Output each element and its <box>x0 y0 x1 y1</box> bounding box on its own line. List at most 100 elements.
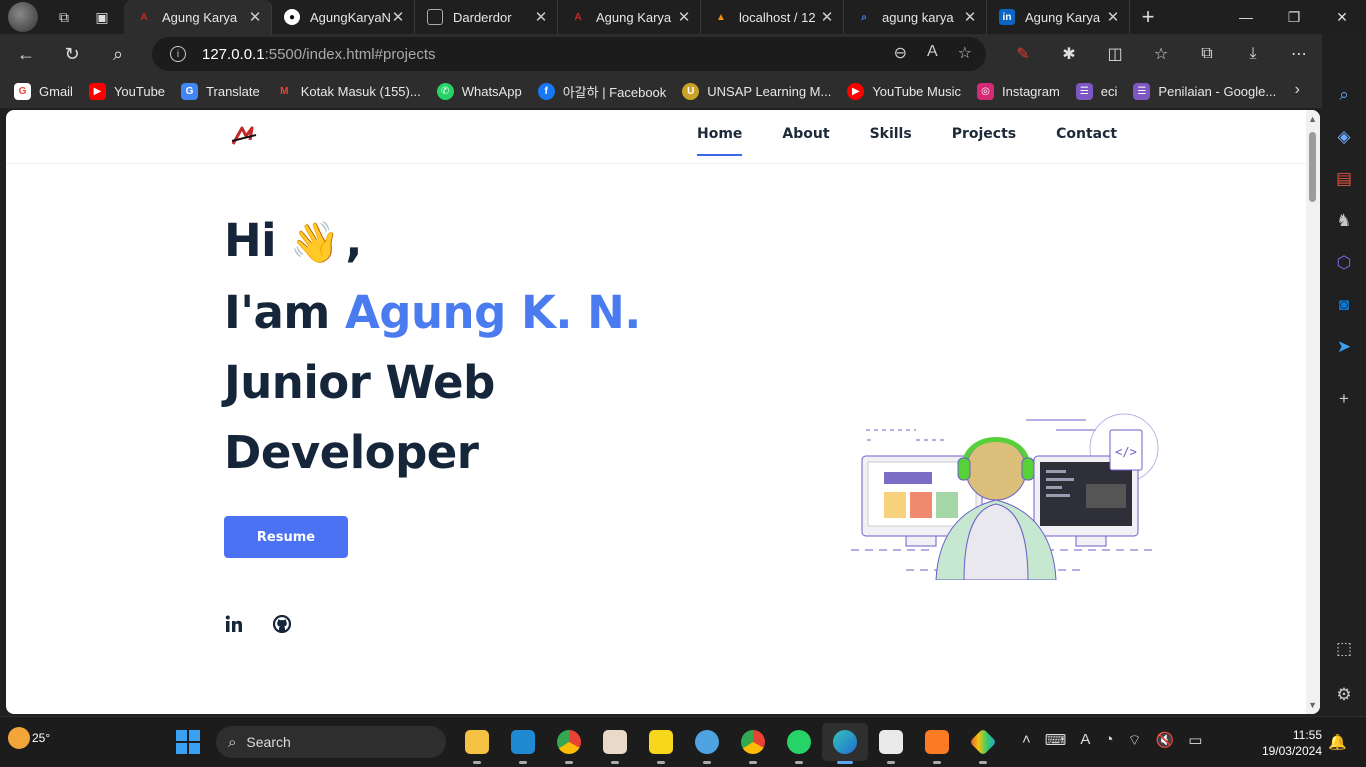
resume-button[interactable]: Resume <box>224 516 348 558</box>
minimize-icon[interactable]: — <box>1222 0 1270 34</box>
browser-tab[interactable]: Darderdor ✕ <box>415 0 558 34</box>
close-tab-icon[interactable]: ✕ <box>676 8 692 26</box>
browser-tab[interactable]: ▲ localhost / 12 ✕ <box>701 0 844 34</box>
browser-tab[interactable]: A Agung Karya ✕ <box>558 0 701 34</box>
bookmark-item[interactable]: U UNSAP Learning M... <box>682 82 832 100</box>
search-icon: ⌕ <box>228 733 237 751</box>
close-tab-icon[interactable]: ✕ <box>1105 8 1121 26</box>
bookmark-item[interactable]: M Kotak Masuk (155)... <box>276 83 421 100</box>
input-language-icon[interactable]: A <box>1080 731 1090 750</box>
close-tab-icon[interactable]: ✕ <box>390 8 406 26</box>
chrome-icon[interactable] <box>730 723 776 764</box>
settings-gear-icon[interactable]: ⚙ <box>1322 674 1366 716</box>
games-icon[interactable]: ♞ <box>1322 200 1366 242</box>
volume-muted-icon[interactable]: 🔇 <box>1156 731 1175 750</box>
search-icon[interactable]: ⌕ <box>1322 74 1366 116</box>
close-tab-icon[interactable]: ✕ <box>533 8 549 26</box>
bookmark-item[interactable]: ▶ YouTube <box>88 82 165 100</box>
bookmark-item[interactable]: G Translate <box>181 82 260 100</box>
zoom-icon[interactable]: ⊖ <box>894 43 907 63</box>
close-tab-icon[interactable]: ✕ <box>819 8 835 26</box>
favorites-icon[interactable]: ☆ <box>1138 36 1184 72</box>
chrome-icon[interactable] <box>546 723 592 764</box>
notification-bell-icon[interactable]: 🔔 <box>1328 733 1347 751</box>
nav-link-contact[interactable]: Contact <box>1056 126 1117 156</box>
keyboard-icon[interactable]: ⌨ <box>1045 731 1067 750</box>
downloads-icon[interactable]: ⤓ <box>1230 36 1276 72</box>
browser-tab[interactable]: in Agung Karya ✕ <box>987 0 1130 34</box>
read-aloud-icon[interactable]: A <box>927 43 938 63</box>
favorite-star-icon[interactable]: ☆ <box>958 43 972 63</box>
sync-icon[interactable]: ◔ <box>1104 731 1113 750</box>
bookmark-item[interactable]: G Gmail <box>14 82 73 100</box>
wifi-icon[interactable]: ⌔ <box>1128 731 1142 750</box>
bookmark-item[interactable]: ✆ WhatsApp <box>436 82 522 100</box>
nav-link-home[interactable]: Home <box>697 126 743 156</box>
file-explorer-icon[interactable] <box>454 723 500 764</box>
game-app-icon[interactable] <box>592 723 638 764</box>
screenshot-icon[interactable]: ⬚ <box>1322 628 1366 670</box>
github-icon[interactable] <box>272 614 292 634</box>
system-tray: ˄ ⌨ A ◔ ⌔ 🔇 ▭ <box>1022 731 1202 750</box>
extensions-puzzle-icon[interactable]: ✱ <box>1046 36 1092 72</box>
extension-icon[interactable]: ✎ <box>1000 36 1046 72</box>
scroll-up-icon[interactable]: ▲ <box>1308 114 1317 124</box>
profile-avatar[interactable] <box>8 2 38 32</box>
bookmark-item[interactable]: ▶ YouTube Music <box>847 82 961 100</box>
git-app-icon[interactable] <box>960 723 1006 764</box>
send-icon[interactable]: ➤ <box>1322 326 1366 368</box>
system-clock[interactable]: 11:55 19/03/2024 <box>1248 727 1322 759</box>
split-screen-icon[interactable]: ◫ <box>1092 36 1138 72</box>
toolbar-extensions: ✎ ✱ ◫ ☆ ⧉ ⤓ ⋯ ◆ <box>1000 36 1366 72</box>
more-menu-icon[interactable]: ⋯ <box>1276 36 1322 72</box>
whatsapp-icon[interactable] <box>776 723 822 764</box>
battery-icon[interactable]: ▭ <box>1188 731 1202 750</box>
site-info-icon[interactable]: i <box>170 46 186 62</box>
bookmark-item[interactable]: ◎ Instagram <box>976 82 1060 100</box>
vscode-icon[interactable] <box>500 723 546 764</box>
chevron-right-icon[interactable]: › <box>1295 81 1300 99</box>
weather-widget[interactable]: 25° <box>8 727 50 749</box>
close-tab-icon[interactable]: ✕ <box>962 8 978 26</box>
back-icon[interactable]: ← <box>6 36 46 72</box>
outlook-icon[interactable]: ◙ <box>1322 284 1366 326</box>
svg-text:</>: </> <box>1115 445 1137 459</box>
bookmark-label: UNSAP Learning M... <box>707 83 832 99</box>
workspaces-icon[interactable]: ⧉ <box>52 5 76 29</box>
url-input[interactable]: i 127.0.0.1:5500/index.html#projects ⊖ A… <box>152 37 986 71</box>
start-button[interactable] <box>176 730 200 754</box>
scroll-thumb[interactable] <box>1309 132 1316 202</box>
bookmark-item[interactable]: ☰ eci <box>1075 82 1117 100</box>
add-icon[interactable]: + <box>1322 378 1366 420</box>
sticky-notes-icon[interactable] <box>638 723 684 764</box>
network-globe-icon[interactable] <box>684 723 730 764</box>
close-window-icon[interactable]: ✕ <box>1318 0 1366 34</box>
bookmark-item[interactable]: f 아갈하 | Facebook <box>537 82 666 101</box>
collections-icon[interactable]: ⧉ <box>1184 36 1230 72</box>
browser-tab[interactable]: ⌕ agung karya ✕ <box>844 0 987 34</box>
copilot-icon[interactable]: ⬡ <box>1322 242 1366 284</box>
document-icon <box>427 9 443 25</box>
nav-link-about[interactable]: About <box>782 126 829 156</box>
nav-link-skills[interactable]: Skills <box>870 126 912 156</box>
scroll-down-icon[interactable]: ▼ <box>1308 700 1317 710</box>
tab-actions-icon[interactable]: ▣ <box>90 5 114 29</box>
taskbar-search[interactable]: ⌕ Search <box>216 726 446 758</box>
new-tab-icon[interactable]: + <box>1130 4 1166 30</box>
close-tab-icon[interactable]: ✕ <box>247 8 263 26</box>
chevron-up-icon[interactable]: ˄ <box>1022 731 1031 750</box>
nav-link-projects[interactable]: Projects <box>952 126 1016 156</box>
browser-tab[interactable]: A Agung Karya ✕ <box>124 0 272 34</box>
search-icon[interactable]: ⌕ <box>98 36 138 72</box>
bookmark-item[interactable]: ☰ Penilaian - Google... <box>1133 82 1276 100</box>
site-logo-icon[interactable] <box>230 124 260 148</box>
browser-tab[interactable]: ● AgungKaryaN ✕ <box>272 0 415 34</box>
linkedin-icon[interactable] <box>224 614 244 634</box>
refresh-icon[interactable]: ↻ <box>52 36 92 72</box>
tools-icon[interactable]: ▤ <box>1322 158 1366 200</box>
shopping-tag-icon[interactable]: ◈ <box>1322 116 1366 158</box>
snipping-tool-icon[interactable] <box>868 723 914 764</box>
xampp-icon[interactable] <box>914 723 960 764</box>
edge-icon[interactable] <box>822 723 868 764</box>
restore-icon[interactable]: ❐ <box>1270 0 1318 34</box>
